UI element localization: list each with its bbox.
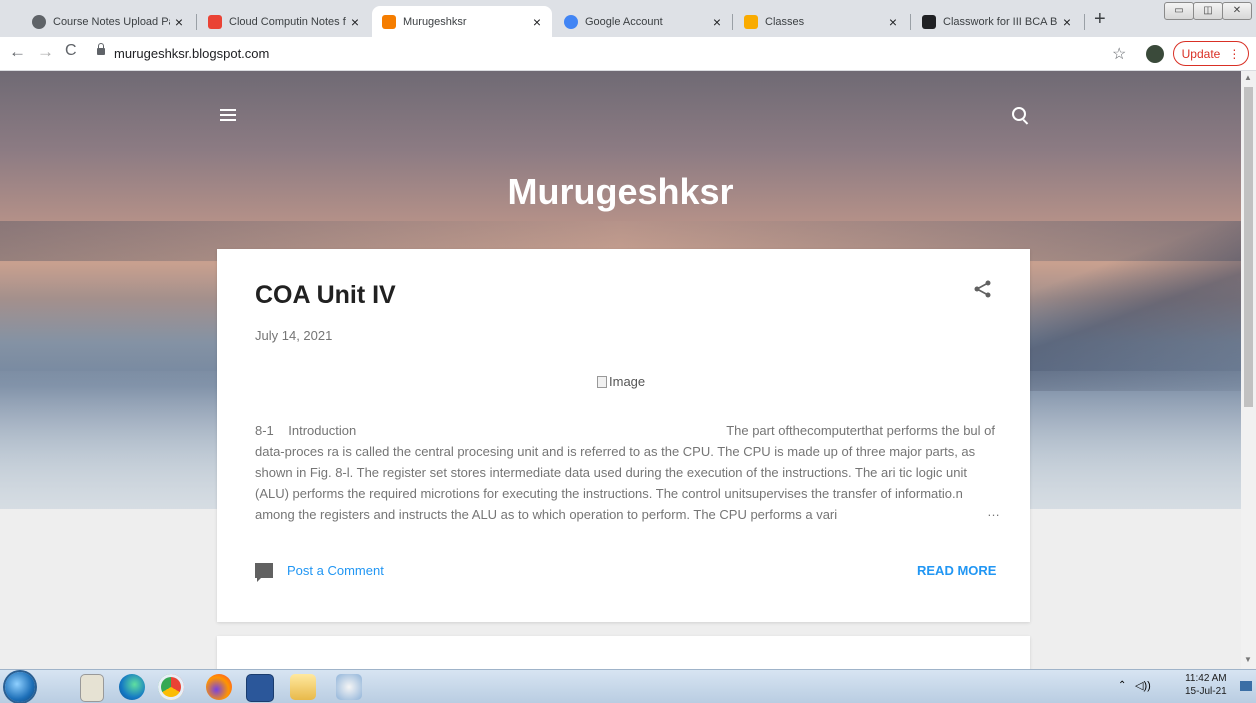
hamburger-menu-icon[interactable] xyxy=(220,109,236,121)
tab-label: Murugeshksr xyxy=(403,15,467,28)
volume-icon[interactable]: ◁)) xyxy=(1135,679,1151,692)
scroll-down-arrow-icon[interactable]: ▼ xyxy=(1244,655,1252,664)
show-desktop-icon[interactable] xyxy=(1240,681,1252,691)
paint-icon[interactable] xyxy=(336,674,362,700)
tab-label: Course Notes Upload Page xyxy=(53,15,170,28)
page-scrollbar[interactable]: ▲ ▼ xyxy=(1241,71,1256,669)
minimize-button[interactable]: ▭ xyxy=(1164,2,1194,20)
close-icon[interactable]: × xyxy=(1058,14,1076,30)
close-icon[interactable]: × xyxy=(884,14,902,30)
image-alt-text: Image xyxy=(609,374,646,389)
file-explorer-icon[interactable] xyxy=(290,674,316,700)
comment-icon xyxy=(255,563,273,582)
tab-label: Cloud Computin Notes for F xyxy=(229,15,346,28)
classroom-icon xyxy=(744,14,758,29)
back-arrow-icon[interactable]: ← xyxy=(9,42,26,62)
snippet-heading: 8-1 Introduction xyxy=(255,423,357,438)
tally-erp-icon[interactable] xyxy=(80,674,104,702)
broken-image-icon xyxy=(597,375,607,388)
google-icon xyxy=(564,14,578,29)
snippet-first-line: The part ofthecomputerthat performs the … xyxy=(726,423,995,438)
maximize-button[interactable]: ◫ xyxy=(1193,2,1223,20)
profile-avatar[interactable] xyxy=(1146,45,1164,63)
taskbar-clock[interactable]: 11:42 AM 15-Jul-21 xyxy=(1185,672,1227,698)
lock-icon xyxy=(97,43,105,55)
post-title[interactable]: COA Unit IV xyxy=(255,281,396,310)
broken-image-placeholder: Image xyxy=(597,374,645,389)
post-card: COA Unit IV July 14, 2021 Image 8-1 Intr… xyxy=(217,249,1030,622)
tab-label: Classes xyxy=(765,15,805,28)
tab-label: Google Account xyxy=(585,15,663,28)
read-more-link[interactable]: READ MORE xyxy=(917,563,996,578)
post-date: July 14, 2021 xyxy=(255,328,333,343)
snippet-body: data-proces ra is called the central pro… xyxy=(255,444,976,522)
update-label: Update xyxy=(1181,46,1221,61)
chrome-icon[interactable] xyxy=(158,674,184,700)
tab-classwork[interactable]: Classwork for III BCA B × xyxy=(912,6,1082,37)
close-icon[interactable]: × xyxy=(170,14,188,30)
close-icon[interactable]: × xyxy=(708,14,726,30)
close-icon[interactable]: × xyxy=(346,14,364,30)
clock-date: 15-Jul-21 xyxy=(1185,686,1227,697)
tab-google-account[interactable]: Google Account × xyxy=(554,6,732,37)
blogger-icon xyxy=(382,14,396,29)
firefox-icon[interactable] xyxy=(206,674,232,700)
scrollbar-thumb[interactable] xyxy=(1244,87,1253,407)
new-tab-plus-icon[interactable]: + xyxy=(1094,8,1106,31)
windows-taskbar: ⌃ ◁)) 11:42 AM 15-Jul-21 xyxy=(0,669,1256,703)
tab-strip: Course Notes Upload Page × Cloud Computi… xyxy=(0,0,1256,37)
clock-time: 11:42 AM xyxy=(1185,673,1227,684)
gmail-icon xyxy=(208,14,222,29)
tab-classes[interactable]: Classes × xyxy=(734,6,908,37)
tab-label: Classwork for III BCA B xyxy=(943,15,1058,28)
bookmark-star-icon[interactable]: ☆ xyxy=(1112,44,1126,64)
share-icon[interactable] xyxy=(973,279,993,299)
blog-title[interactable]: Murugeshksr xyxy=(0,171,1241,213)
post-snippet: 8-1 Introduction The part ofthecomputert… xyxy=(255,420,995,525)
address-bar[interactable]: murugeshksr.blogspot.com xyxy=(114,46,269,61)
post-a-comment-link[interactable]: Post a Comment xyxy=(255,563,384,582)
tab-murugeshksr[interactable]: Murugeshksr × xyxy=(372,6,552,37)
search-icon[interactable] xyxy=(1012,107,1026,121)
tray-expand-icon[interactable]: ⌃ xyxy=(1118,680,1126,691)
word-icon[interactable] xyxy=(246,674,274,702)
next-post-card xyxy=(217,636,1030,669)
page-viewport: Murugeshksr COA Unit IV July 14, 2021 Im… xyxy=(0,71,1241,669)
kebab-menu-icon: ⋮ xyxy=(1228,46,1241,61)
reload-icon[interactable]: C xyxy=(65,42,77,60)
forward-arrow-icon[interactable]: → xyxy=(37,42,54,62)
tab-course-notes[interactable]: Course Notes Upload Page × xyxy=(22,6,194,37)
close-window-button[interactable]: ✕ xyxy=(1222,2,1252,20)
comment-label: Post a Comment xyxy=(287,563,384,578)
start-orb-icon[interactable] xyxy=(5,672,35,702)
close-icon[interactable]: × xyxy=(528,14,546,30)
update-button[interactable]: Update ⋮ xyxy=(1173,41,1249,66)
classroom-dark-icon xyxy=(922,14,936,29)
snippet-ellipsis: … xyxy=(983,504,1000,519)
edge-icon[interactable] xyxy=(119,674,145,700)
scroll-up-arrow-icon[interactable]: ▲ xyxy=(1244,73,1252,82)
globe-icon xyxy=(32,14,46,29)
tab-cloud-computing[interactable]: Cloud Computin Notes for F × xyxy=(198,6,370,37)
browser-toolbar: ← → C murugeshksr.blogspot.com ☆ Update … xyxy=(0,37,1256,71)
